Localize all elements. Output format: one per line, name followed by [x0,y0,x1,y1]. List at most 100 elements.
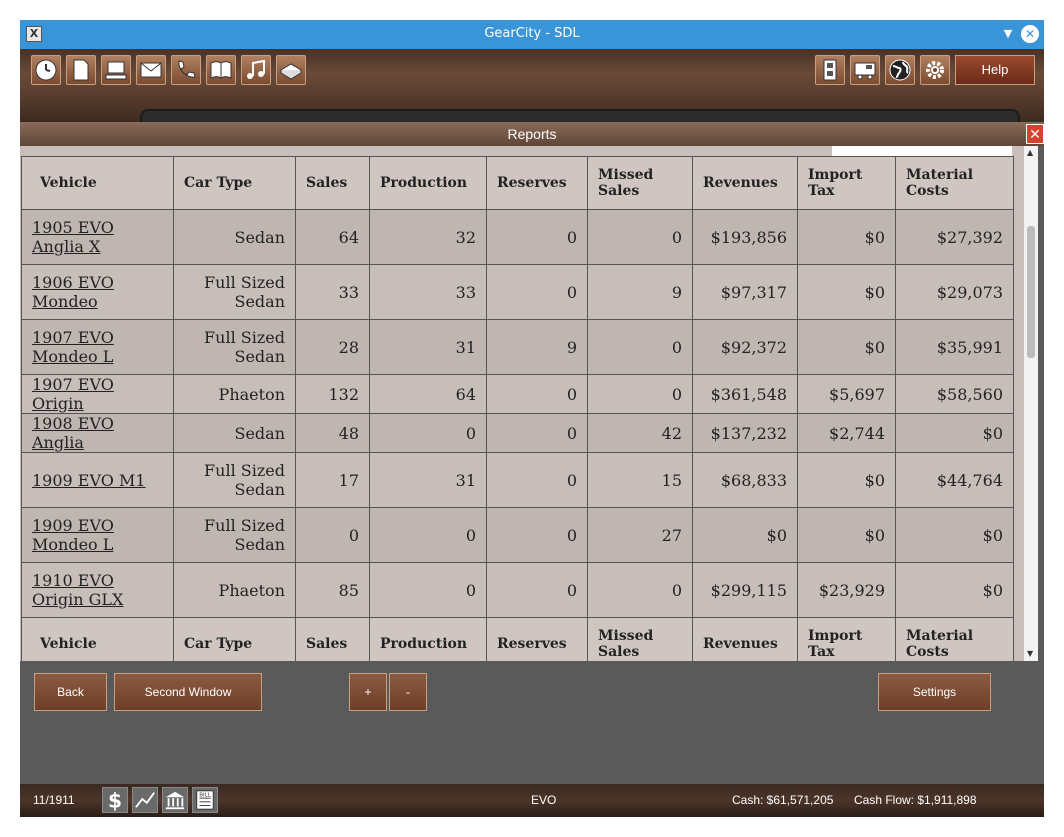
close-reports-button[interactable]: ✕ [1026,124,1044,144]
box-icon[interactable] [276,55,306,85]
vehicle-link[interactable]: 1910 EVO Origin GLX [32,571,123,609]
import-tax-cell: $23,929 [797,562,896,618]
scroll-down-icon[interactable]: ▼ [1027,649,1033,658]
vehicle-link[interactable]: 1906 EVO Mondeo [32,273,114,311]
minimize-button[interactable]: ▼ [1000,26,1016,42]
sales-cell: 64 [295,209,370,265]
production-cell: 31 [369,452,487,508]
production-cell: 0 [369,413,487,453]
chart-icon[interactable] [132,787,158,813]
header-revenues[interactable]: Revenues [692,156,798,210]
bank-icon[interactable] [162,787,188,813]
vehicle-link[interactable]: 1905 EVO Anglia X [32,218,114,256]
svg-text:$: $ [108,789,122,811]
header-material-costs[interactable]: Material Costs [895,156,1014,210]
sales-cell: 132 [295,374,370,414]
mail-icon[interactable] [136,55,166,85]
zoom-out-button[interactable]: - [389,673,427,711]
missed-sales-cell: 0 [587,209,693,265]
table-row: 1908 EVO Anglia Sedan 48 0 0 42 $137,232… [21,413,1014,453]
header-car-type[interactable]: Car Type [173,156,296,210]
vehicle-cell: 1905 EVO Anglia X [21,209,174,265]
vehicle-cell: 1907 EVO Mondeo L [21,319,174,375]
header-import-tax[interactable]: Import Tax [797,156,896,210]
zoom-in-button[interactable]: + [349,673,387,711]
import-tax-cell: $2,744 [797,413,896,453]
revenues-cell: $193,856 [692,209,798,265]
scroll-up-icon[interactable]: ▲ [1027,148,1033,157]
production-cell: 0 [369,562,487,618]
table-row: 1910 EVO Origin GLX Phaeton 85 0 0 0 $29… [21,562,1014,618]
footer-header-material-costs: Material Costs [895,617,1014,661]
reserves-cell: 0 [486,562,588,618]
revenues-cell: $97,317 [692,264,798,320]
footer-header-revenues: Revenues [692,617,798,661]
vehicle-link[interactable]: 1909 EVO Mondeo L [32,516,114,554]
vehicle-link[interactable]: 1908 EVO Anglia [32,414,114,452]
import-tax-cell: $0 [797,264,896,320]
revenues-cell: $68,833 [692,452,798,508]
help-button[interactable]: Help [955,55,1035,85]
reports-table: Vehicle Car Type Sales Production Reserv… [21,156,1014,661]
gear-icon[interactable] [920,55,950,85]
sales-cell: 0 [295,507,370,563]
sales-cell: 28 [295,319,370,375]
material-costs-cell: $35,991 [895,319,1014,375]
header-missed-sales[interactable]: Missed Sales [587,156,693,210]
reserves-cell: 0 [486,264,588,320]
header-vehicle[interactable]: Vehicle [21,156,174,210]
reserves-cell: 0 [486,452,588,508]
dollar-icon[interactable]: $ [102,787,128,813]
vehicle-cell: 1907 EVO Origin [21,374,174,414]
reports-table-area: Vehicle Car Type Sales Production Reserv… [20,146,1024,661]
back-button[interactable]: Back [34,673,107,711]
vehicle-link[interactable]: 1907 EVO Mondeo L [32,328,114,366]
truck-icon[interactable] [850,55,880,85]
vehicle-cell: 1908 EVO Anglia [21,413,174,453]
header-production[interactable]: Production [369,156,487,210]
table-row: 1907 EVO Origin Phaeton 132 64 0 0 $361,… [21,374,1014,414]
settings-button[interactable]: Settings [878,673,991,711]
revenues-cell: $361,548 [692,374,798,414]
production-cell: 33 [369,264,487,320]
car-type-cell: Sedan [173,413,296,453]
table-scrollbar[interactable]: ▲ ▼ [1024,146,1038,661]
vehicle-link[interactable]: 1909 EVO M1 [32,471,146,490]
building-icon[interactable] [815,55,845,85]
second-window-button[interactable]: Second Window [114,673,262,711]
vehicle-cell: 1909 EVO Mondeo L [21,507,174,563]
car-type-cell: Full Sized Sedan [173,264,296,320]
footer-header-missed-sales: Missed Sales [587,617,693,661]
missed-sales-cell: 27 [587,507,693,563]
phone-icon[interactable] [171,55,201,85]
missed-sales-cell: 9 [587,264,693,320]
car-type-cell: Phaeton [173,562,296,618]
clock-icon[interactable] [31,55,61,85]
missed-sales-cell: 0 [587,319,693,375]
bill-icon[interactable]: BILL [192,787,218,813]
sales-cell: 17 [295,452,370,508]
footer-header-production: Production [369,617,487,661]
car-type-cell: Full Sized Sedan [173,507,296,563]
car-type-cell: Full Sized Sedan [173,319,296,375]
header-reserves[interactable]: Reserves [486,156,588,210]
computer-icon[interactable] [101,55,131,85]
revenues-cell: $0 [692,507,798,563]
table-row: 1907 EVO Mondeo L Full Sized Sedan 28 31… [21,319,1014,375]
import-tax-cell: $0 [797,209,896,265]
globe-icon[interactable] [885,55,915,85]
search-input[interactable] [832,146,1012,156]
car-type-cell: Full Sized Sedan [173,452,296,508]
sales-cell: 33 [295,264,370,320]
music-icon[interactable] [241,55,271,85]
sales-cell: 48 [295,413,370,453]
header-sales[interactable]: Sales [295,156,370,210]
scrollbar-thumb[interactable] [1027,226,1035,358]
footer-header-reserves: Reserves [486,617,588,661]
close-window-button[interactable]: ✕ [1021,25,1039,43]
document-icon[interactable] [66,55,96,85]
book-icon[interactable] [206,55,236,85]
vehicle-link[interactable]: 1907 EVO Origin [32,375,114,413]
window-title: GearCity - SDL [484,26,580,41]
bottom-button-panel: Back Second Window + - Settings [20,661,1044,784]
